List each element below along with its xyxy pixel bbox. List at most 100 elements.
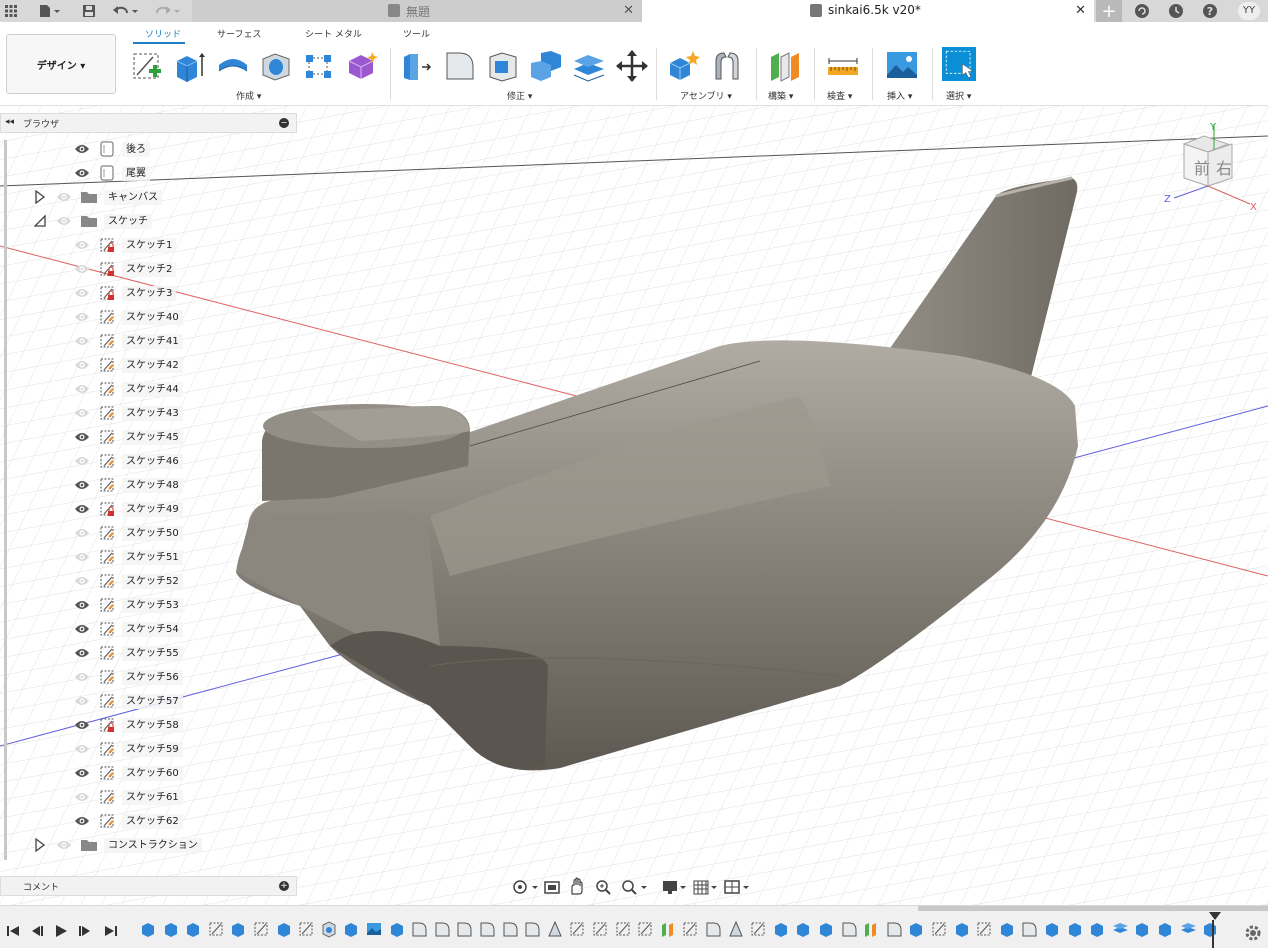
play-icon[interactable] [54, 924, 68, 938]
tree-item[interactable]: スケッチ40 [0, 305, 300, 329]
timeline-offset-icon[interactable] [1112, 920, 1128, 938]
timeline-extrude-icon[interactable] [773, 920, 789, 938]
timeline-fillet-icon[interactable] [434, 920, 450, 938]
group-inspect[interactable]: 検査 ▾ [827, 89, 852, 102]
tree-item[interactable]: スケッチ54 [0, 617, 300, 641]
visibility-eye-icon[interactable] [74, 502, 90, 516]
visibility-eye-icon[interactable] [56, 190, 72, 204]
create-sketch-icon[interactable] [131, 49, 165, 83]
look-at-icon[interactable] [544, 881, 560, 894]
timeline-sketch-icon[interactable] [208, 920, 224, 938]
visibility-eye-icon[interactable] [74, 358, 90, 372]
timeline-hole-icon[interactable] [321, 920, 337, 938]
visibility-eye-icon[interactable] [74, 742, 90, 756]
combine-icon[interactable] [529, 49, 563, 83]
timeline-extrude-icon[interactable] [954, 920, 970, 938]
timeline-marker[interactable] [1209, 912, 1221, 948]
grid-settings-icon[interactable] [693, 880, 717, 895]
tree-item[interactable]: スケッチ48 [0, 473, 300, 497]
orbit-icon[interactable] [513, 880, 538, 894]
visibility-eye-icon[interactable] [74, 454, 90, 468]
visibility-eye-icon[interactable] [74, 622, 90, 636]
tree-item[interactable]: スケッチ50 [0, 521, 300, 545]
job-status-icon[interactable] [1164, 0, 1188, 22]
tree-item[interactable]: スケッチ55 [0, 641, 300, 665]
visibility-eye-icon[interactable] [74, 718, 90, 732]
fillet-icon[interactable] [443, 49, 477, 83]
timeline-plane-icon[interactable] [660, 920, 676, 938]
timeline-fillet-icon[interactable] [1021, 920, 1037, 938]
visibility-eye-icon[interactable] [74, 646, 90, 660]
timeline-sketch-icon[interactable] [569, 920, 585, 938]
tree-item[interactable]: スケッチ56 [0, 665, 300, 689]
timeline-extrude-icon[interactable] [230, 920, 246, 938]
collapse-panel-icon[interactable]: ◂◂ [5, 117, 14, 127]
timeline-fillet-icon[interactable] [502, 920, 518, 938]
file-menu-icon[interactable] [34, 0, 64, 22]
extensions-icon[interactable] [1130, 0, 1154, 22]
close-icon[interactable]: ✕ [1075, 3, 1086, 18]
tree-item[interactable]: キャンバス [0, 185, 300, 209]
tree-item[interactable]: スケッチ3 [0, 281, 300, 305]
timeline-fillet-icon[interactable] [841, 920, 857, 938]
tab-sheet-metal[interactable]: シート メタル [305, 27, 362, 40]
visibility-eye-icon[interactable] [74, 550, 90, 564]
visibility-eye-icon[interactable] [74, 526, 90, 540]
visibility-eye-icon[interactable] [74, 790, 90, 804]
tree-item[interactable]: スケッチ46 [0, 449, 300, 473]
group-create[interactable]: 作成 ▾ [236, 89, 261, 102]
timeline-image-icon[interactable] [366, 920, 382, 938]
visibility-eye-icon[interactable] [74, 310, 90, 324]
timeline-sketch-icon[interactable] [976, 920, 992, 938]
new-tab-plus-icon[interactable]: + [1096, 0, 1122, 22]
tab-untitled[interactable]: 無題 ✕ [192, 0, 642, 22]
tab-tools[interactable]: ツール [403, 27, 430, 40]
tree-item[interactable]: スケッチ41 [0, 329, 300, 353]
add-comment-icon[interactable]: + [279, 881, 289, 891]
tree-item[interactable]: コンストラクション [0, 833, 300, 857]
tree-item[interactable]: スケッチ44 [0, 377, 300, 401]
visibility-eye-icon[interactable] [56, 214, 72, 228]
timeline-extrude-icon[interactable] [818, 920, 834, 938]
fit-zoom-icon[interactable] [622, 880, 647, 895]
timeline-rib-icon[interactable] [728, 920, 744, 938]
visibility-eye-icon[interactable] [74, 670, 90, 684]
timeline-extrude-icon[interactable] [343, 920, 359, 938]
timeline-extrude-icon[interactable] [1044, 920, 1060, 938]
save-icon[interactable] [78, 0, 100, 22]
tree-item[interactable]: スケッチ58 [0, 713, 300, 737]
tree-item[interactable]: スケッチ61 [0, 785, 300, 809]
go-to-start-icon[interactable] [6, 924, 20, 938]
tree-item[interactable]: スケッチ49 [0, 497, 300, 521]
panel-minimize-icon[interactable]: − [279, 118, 289, 128]
step-back-icon[interactable] [30, 924, 44, 938]
display-settings-icon[interactable] [663, 881, 686, 894]
timeline-fillet-icon[interactable] [886, 920, 902, 938]
press-pull-icon[interactable] [400, 49, 434, 83]
timeline-extrude-icon[interactable] [1067, 920, 1083, 938]
timeline-scrollbar[interactable] [918, 906, 1268, 911]
group-assembly[interactable]: アセンブリ ▾ [680, 89, 732, 102]
visibility-eye-icon[interactable] [74, 286, 90, 300]
zoom-icon[interactable] [596, 880, 611, 895]
group-insert[interactable]: 挿入 ▾ [887, 89, 912, 102]
tree-item[interactable]: スケッチ2 [0, 257, 300, 281]
visibility-eye-icon[interactable] [74, 694, 90, 708]
pan-hand-icon[interactable] [571, 877, 583, 895]
timeline-sketch-icon[interactable] [931, 920, 947, 938]
viewports-icon[interactable] [724, 880, 749, 894]
timeline-plane-icon[interactable] [863, 920, 879, 938]
group-select[interactable]: 選択 ▾ [946, 89, 971, 102]
timeline-extrude-icon[interactable] [1134, 920, 1150, 938]
tree-item[interactable]: スケッチ1 [0, 233, 300, 257]
tree-item[interactable]: スケッチ42 [0, 353, 300, 377]
tree-item[interactable]: 尾翼 [0, 161, 300, 185]
help-icon[interactable]: ? [1198, 0, 1222, 22]
visibility-eye-icon[interactable] [74, 382, 90, 396]
visibility-eye-icon[interactable] [74, 238, 90, 252]
timeline-sketch-icon[interactable] [298, 920, 314, 938]
tab-solid[interactable]: ソリッド [145, 27, 181, 40]
move-icon[interactable] [615, 49, 649, 83]
timeline-fillet-icon[interactable] [524, 920, 540, 938]
tree-item[interactable]: スケッチ53 [0, 593, 300, 617]
